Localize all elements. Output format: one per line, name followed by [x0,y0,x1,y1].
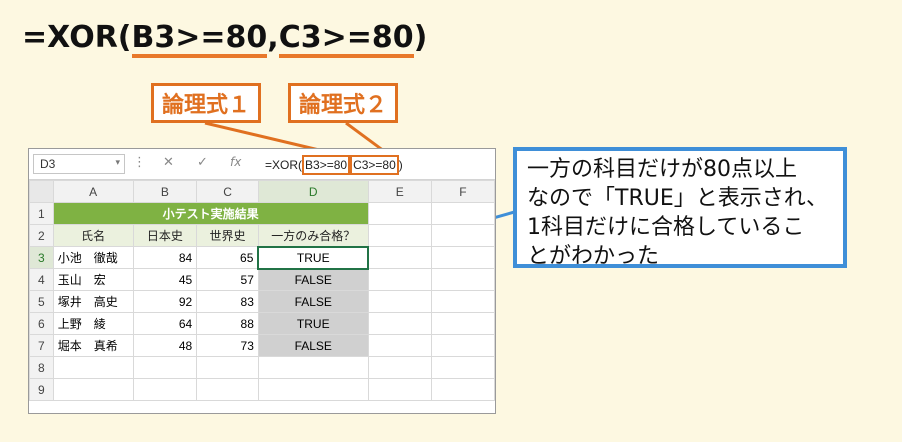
result-cell[interactable]: FALSE [257,334,369,357]
separator-icon: ⋮ [133,155,146,170]
name-cell[interactable]: 塚井 高史 [52,290,134,313]
column-header-row: A B C D E F [29,180,495,203]
spreadsheet-grid: A B C D E F 1 小テスト実施結果 2 氏名 日本史 世界史 一方のみ… [29,180,495,401]
cell[interactable] [430,202,495,225]
fx-icon[interactable]: fx [230,155,241,169]
column-header-d[interactable]: D [257,180,369,203]
cell[interactable] [257,378,369,401]
row-header[interactable]: 1 [29,202,54,225]
formula-input-arg2: C3>=80 [350,155,399,175]
row-header[interactable]: 5 [29,290,54,313]
column-header-a[interactable]: A [52,180,134,203]
cell[interactable] [430,224,495,247]
result-cell-selected[interactable]: TRUE [257,245,370,270]
formula-input-suffix: ) [398,158,403,172]
cell[interactable] [367,334,432,357]
world-score-cell[interactable]: 73 [196,334,259,357]
row-header[interactable]: 7 [29,334,54,357]
row-header[interactable]: 6 [29,312,54,335]
cell[interactable] [367,202,432,225]
cell[interactable] [367,246,432,269]
result-cell[interactable]: TRUE [257,312,369,335]
japanese-score-cell[interactable]: 45 [132,268,198,291]
table-row: 4 玉山 宏 45 57 FALSE [29,268,495,291]
header-world-cell[interactable]: 世界史 [196,224,259,247]
cell[interactable] [196,378,259,401]
row-header[interactable]: 3 [29,246,54,269]
table-row: 3 小池 徹哉 84 65 TRUE [29,245,495,270]
column-header-f[interactable]: F [430,180,495,203]
formula-bar: D3 ▾ ⋮ ✕ ✓ fx =XOR(B3>=80 C3>=80) [29,149,495,180]
world-score-cell[interactable]: 57 [196,268,259,291]
japanese-score-cell[interactable]: 64 [132,312,198,335]
cell[interactable] [257,356,369,379]
callout-note: 一方の科目だけが80点以上 なので「TRUE」と表示され、 1科目だけに合格して… [513,147,847,269]
select-all-corner[interactable] [29,180,54,203]
world-score-cell[interactable]: 88 [196,312,259,335]
formula-input[interactable]: =XOR(B3>=80 C3>=80) [265,155,403,175]
name-box[interactable]: D3 ▾ [33,154,125,174]
column-header-e[interactable]: E [367,180,432,203]
cell[interactable] [367,378,432,401]
cell[interactable] [196,356,259,379]
callout-line: 一方の科目だけが80点以上 [527,157,797,182]
row-header[interactable]: 4 [29,268,54,291]
table-row: 7 堀本 真希 48 73 FALSE [29,334,495,357]
name-box-value: D3 [40,157,56,171]
header-result-cell[interactable]: 一方のみ合格？ [257,224,369,247]
cell[interactable] [367,356,432,379]
cell[interactable] [132,378,198,401]
logic2-tag: 論理式２ [288,83,398,123]
cell[interactable] [430,246,495,269]
confirm-icon[interactable]: ✓ [197,155,208,170]
row-header[interactable]: 9 [29,378,54,401]
japanese-score-cell[interactable]: 84 [132,246,198,269]
cell[interactable] [430,290,495,313]
cell[interactable] [430,378,495,401]
column-header-c[interactable]: C [196,180,259,203]
callout-line: なので「TRUE」と表示され、 [527,186,828,211]
callout-line: 1科目だけに合格しているこ [527,215,805,240]
japanese-score-cell[interactable]: 48 [132,334,198,357]
world-score-cell[interactable]: 83 [196,290,259,313]
sheet-title-cell[interactable]: 小テスト実施結果 [52,202,369,225]
cell[interactable] [430,268,495,291]
logic1-tag: 論理式１ [151,83,261,123]
cell[interactable] [367,224,432,247]
name-cell[interactable]: 小池 徹哉 [52,246,134,269]
header-japanese-cell[interactable]: 日本史 [132,224,198,247]
name-cell[interactable]: 堀本 真希 [52,334,134,357]
formula-input-arg1: B3>=80 [302,155,351,175]
name-cell[interactable]: 玉山 宏 [52,268,134,291]
callout-line: とがわかった [527,244,660,269]
sheet-row: 9 [29,378,495,401]
sheet-row: 8 [29,356,495,379]
cancel-icon[interactable]: ✕ [163,155,174,170]
japanese-score-cell[interactable]: 92 [132,290,198,313]
cell[interactable] [367,268,432,291]
chevron-down-icon[interactable]: ▾ [115,157,120,168]
name-cell[interactable]: 上野 綾 [52,312,134,335]
cell[interactable] [430,334,495,357]
cell[interactable] [367,290,432,313]
cell[interactable] [132,356,198,379]
sheet-row: 1 小テスト実施結果 [29,202,495,225]
cell[interactable] [52,378,134,401]
table-row: 6 上野 綾 64 88 TRUE [29,312,495,335]
cell[interactable] [367,312,432,335]
cell[interactable] [52,356,134,379]
result-cell[interactable]: FALSE [257,268,369,291]
formula-input-prefix: =XOR( [265,158,303,172]
row-header[interactable]: 2 [29,224,54,247]
cell[interactable] [430,356,495,379]
column-header-b[interactable]: B [132,180,198,203]
world-score-cell[interactable]: 65 [196,246,259,269]
header-name-cell[interactable]: 氏名 [52,224,134,247]
excel-window: D3 ▾ ⋮ ✕ ✓ fx =XOR(B3>=80 C3>=80) A B C D … [28,148,496,414]
sheet-row: 2 氏名 日本史 世界史 一方のみ合格？ [29,224,495,247]
result-cell[interactable]: FALSE [257,290,369,313]
row-header[interactable]: 8 [29,356,54,379]
table-row: 5 塚井 高史 92 83 FALSE [29,290,495,313]
cell[interactable] [430,312,495,335]
